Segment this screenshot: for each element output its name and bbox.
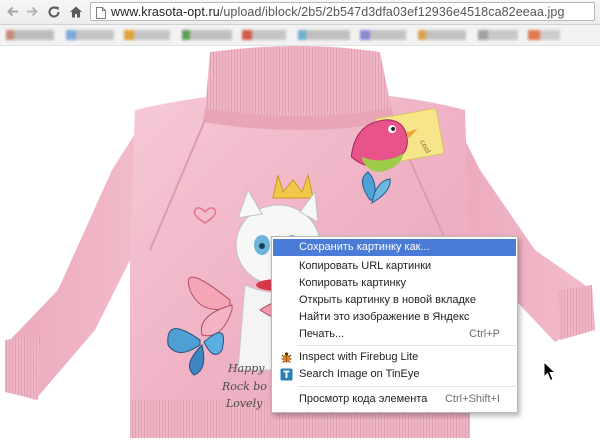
menu-item-label: Открыть картинку в новой вкладке: [299, 294, 476, 306]
url-path: /upload/iblock/2b5/2b547d3dfa03ef12936e4…: [219, 5, 565, 19]
blurred-bookmarks: [0, 30, 600, 40]
page-icon: [96, 6, 106, 24]
menu-item-save-image-as[interactable]: Сохранить картинку как...: [273, 239, 516, 256]
menu-item-label: Search Image on TinEye: [299, 368, 420, 380]
print-text-1: Happy: [227, 362, 265, 375]
menu-item-tineye[interactable]: Search Image on TinEye: [273, 366, 516, 383]
browser-toolbar: www.krasota-opt.ru/upload/iblock/2b5/2b5…: [0, 0, 600, 25]
menu-item-search-yandex[interactable]: Найти это изображение в Яндекс: [273, 309, 516, 326]
menu-item-inspect-element[interactable]: Просмотр кода элемента Ctrl+Shift+I: [273, 391, 516, 408]
bookmarks-bar: [0, 25, 600, 46]
menu-item-label: Сохранить картинку как...: [299, 241, 430, 253]
menu-item-label: Найти это изображение в Яндекс: [299, 311, 470, 323]
menu-item-label: Копировать картинку: [299, 277, 407, 289]
menu-item-label: Копировать URL картинки: [299, 260, 432, 272]
menu-separator: [298, 345, 516, 346]
menu-item-label: Inspect with Firebug Lite: [299, 351, 419, 363]
back-icon[interactable]: [4, 3, 21, 20]
menu-separator: [298, 386, 516, 387]
menu-item-copy-image-url[interactable]: Копировать URL картинки: [273, 258, 516, 275]
menu-item-print[interactable]: Печать... Ctrl+P: [273, 326, 516, 343]
context-menu: Сохранить картинку как... Копировать URL…: [271, 236, 518, 413]
menu-item-copy-image[interactable]: Копировать картинку: [273, 275, 516, 292]
print-text-2: Rock bo: [221, 380, 267, 393]
url-text[interactable]: www.krasota-opt.ru/upload/iblock/2b5/2b5…: [111, 5, 565, 19]
address-bar[interactable]: www.krasota-opt.ru/upload/iblock/2b5/2b5…: [90, 2, 595, 21]
print-text-3: Lovely: [225, 397, 263, 410]
menu-item-shortcut: Ctrl+Shift+I: [444, 393, 500, 405]
reload-icon[interactable]: [45, 3, 62, 20]
firebug-icon: [280, 351, 293, 364]
menu-item-firebug[interactable]: Inspect with Firebug Lite: [273, 349, 516, 366]
tineye-icon: [280, 368, 293, 381]
mouse-cursor-icon: [543, 360, 557, 387]
home-icon[interactable]: [67, 3, 84, 20]
forward-icon[interactable]: [24, 3, 41, 20]
menu-item-shortcut: Ctrl+P: [469, 328, 500, 340]
menu-item-label: Просмотр кода элемента: [299, 393, 428, 405]
menu-item-open-image-new-tab[interactable]: Открыть картинку в новой вкладке: [273, 292, 516, 309]
url-host: www.krasota-opt.ru: [111, 5, 220, 19]
menu-item-label: Печать...: [299, 328, 345, 340]
